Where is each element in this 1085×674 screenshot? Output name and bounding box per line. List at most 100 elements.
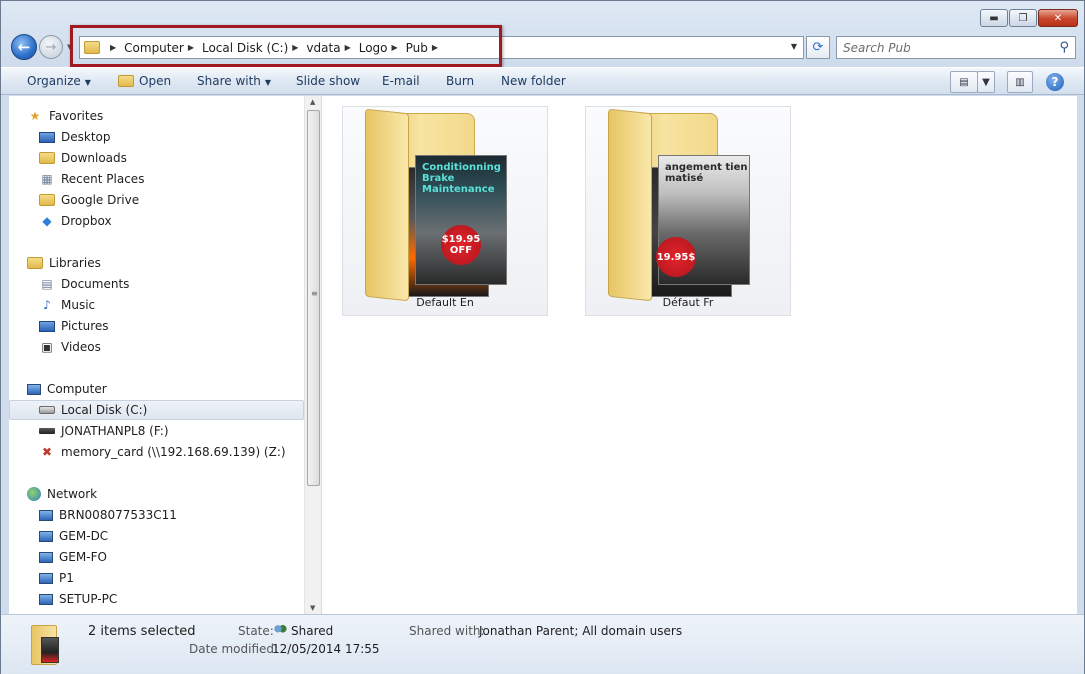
nav-item-network-host[interactable]: GEM-FO	[39, 547, 107, 567]
breadcrumb-logo[interactable]: Logo	[359, 41, 388, 55]
view-options-dropdown[interactable]: ▼	[977, 71, 995, 93]
command-toolbar: Organize ▼ Open Share with ▼ Slide show E-…	[1, 67, 1084, 95]
documents-icon: ▤	[41, 277, 53, 291]
maximize-button[interactable]: ❐	[1009, 9, 1037, 27]
organize-menu[interactable]: Organize ▼	[27, 74, 91, 88]
disconnected-network-drive-icon: ✖	[41, 445, 53, 459]
refresh-button[interactable]: ⟳	[806, 36, 830, 59]
search-box[interactable]: ⚲	[836, 36, 1076, 59]
breadcrumb-computer[interactable]: Computer	[124, 41, 184, 55]
google-drive-folder-icon	[39, 194, 55, 206]
scroll-up-icon[interactable]: ▲	[310, 98, 315, 106]
nav-network[interactable]: Network	[27, 484, 97, 504]
nav-item-network-host[interactable]: BRN008077533C11	[39, 505, 177, 525]
price-sticker: $19.95 OFF	[441, 225, 481, 265]
address-bar[interactable]: ▶ Computer ▶ Local Disk (C:) ▶ vdata ▶ L…	[79, 36, 804, 59]
chevron-right-icon[interactable]: ▶	[110, 43, 116, 52]
share-with-menu[interactable]: Share with ▼	[197, 74, 271, 88]
scrollbar-thumb[interactable]: ≡	[307, 110, 320, 486]
search-icon[interactable]: ⚲	[1059, 40, 1069, 55]
burn-button[interactable]: Burn	[446, 74, 474, 88]
computer-icon	[39, 551, 53, 563]
recent-pages-dropdown[interactable]: ▼	[67, 43, 72, 51]
nav-scrollbar[interactable]: ▲ ≡ ▼	[304, 96, 321, 614]
forward-button[interactable]: →	[39, 35, 63, 59]
desktop-icon	[39, 131, 55, 143]
breadcrumb-pub[interactable]: Pub	[406, 41, 428, 55]
nav-item-network-host[interactable]: SETUP-PC	[39, 589, 117, 609]
nav-label: SETUP-PC	[59, 592, 118, 606]
chevron-right-icon[interactable]: ▶	[292, 43, 298, 52]
nav-label: Libraries	[49, 256, 101, 270]
address-row: ← → ▼ ▶ Computer ▶ Local Disk (C:) ▶ vda…	[1, 31, 1084, 65]
nav-item-network-host[interactable]: GEM-DC	[39, 526, 108, 546]
scroll-down-icon[interactable]: ▼	[310, 604, 315, 612]
state-value-text: Shared	[291, 624, 334, 638]
search-input[interactable]	[843, 40, 1043, 55]
nav-label: P1	[59, 571, 74, 585]
organize-label: Organize	[27, 74, 81, 88]
preview-pane-button[interactable]: ▥	[1007, 71, 1033, 93]
selection-count: 2 items selected	[88, 624, 196, 639]
dropbox-icon: ◆	[42, 214, 52, 228]
hard-disk-icon	[39, 406, 55, 414]
email-button[interactable]: E-mail	[382, 74, 420, 88]
nav-label: Downloads	[61, 151, 127, 165]
close-button[interactable]: ✕	[1038, 9, 1078, 27]
nav-item-documents[interactable]: ▤ Documents	[39, 274, 129, 294]
address-dropdown-icon[interactable]: ▼	[791, 42, 797, 51]
help-button[interactable]: ?	[1046, 73, 1064, 91]
open-button[interactable]: Open	[118, 74, 171, 88]
nav-item-videos[interactable]: ▣ Videos	[39, 337, 101, 357]
folder-item[interactable]: Conditionning Brake Maintenance $19.95 O…	[342, 106, 548, 316]
chevron-right-icon[interactable]: ▶	[345, 43, 351, 52]
nav-item-google-drive[interactable]: Google Drive	[39, 190, 139, 210]
nav-computer[interactable]: Computer	[27, 379, 107, 399]
poster-title: angement tien matisé	[665, 162, 748, 184]
breadcrumb-local-disk[interactable]: Local Disk (C:)	[202, 41, 288, 55]
slide-show-button[interactable]: Slide show	[296, 74, 360, 88]
poster-title: Conditionning Brake Maintenance	[422, 162, 501, 195]
date-modified-value: 12/05/2014 17:55	[272, 642, 380, 656]
details-pane: 2 items selected State: Shared Shared wi…	[1, 614, 1084, 674]
computer-icon	[39, 593, 53, 605]
pictures-icon	[39, 320, 55, 332]
nav-item-downloads[interactable]: Downloads	[39, 148, 127, 168]
usb-drive-icon	[39, 428, 55, 434]
nav-label: Favorites	[49, 109, 104, 123]
nav-item-dropbox[interactable]: ◆ Dropbox	[39, 211, 111, 231]
nav-label: Videos	[61, 340, 101, 354]
breadcrumb-vdata[interactable]: vdata	[306, 41, 340, 55]
nav-item-desktop[interactable]: Desktop	[39, 127, 111, 147]
nav-item-network-drive[interactable]: ✖ memory_card (\\192.168.69.139) (Z:)	[39, 442, 286, 462]
recent-places-icon: ▦	[41, 172, 53, 186]
shared-with-label: Shared with:	[409, 624, 485, 638]
back-button[interactable]: ←	[11, 34, 37, 60]
folder-name: Défaut Fr	[662, 296, 714, 309]
nav-favorites[interactable]: ★ Favorites	[27, 106, 104, 126]
nav-label: Pictures	[61, 319, 109, 333]
nav-label: Desktop	[61, 130, 111, 144]
nav-label: JONATHANPL8 (F:)	[61, 424, 169, 438]
caret-down-icon: ▼	[982, 76, 990, 88]
chevron-right-icon[interactable]: ▶	[188, 43, 194, 52]
nav-libraries[interactable]: Libraries	[27, 253, 101, 273]
folder-item[interactable]: angement tien matisé 19.95$ Défaut Fr	[585, 106, 791, 316]
change-view-button[interactable]: ▤	[950, 71, 978, 93]
folder-icon	[84, 41, 100, 54]
chevron-right-icon[interactable]: ▶	[392, 43, 398, 52]
poster-thumbnail: Conditionning Brake Maintenance	[415, 155, 507, 285]
nav-label: GEM-DC	[59, 529, 109, 543]
nav-item-music[interactable]: ♪ Music	[39, 295, 95, 315]
chevron-right-icon[interactable]: ▶	[432, 43, 438, 52]
nav-item-local-disk[interactable]: Local Disk (C:)	[9, 400, 304, 420]
new-folder-button[interactable]: New folder	[501, 74, 566, 88]
nav-item-pictures[interactable]: Pictures	[39, 316, 109, 336]
nav-item-network-host[interactable]: P1	[39, 568, 74, 588]
nav-label: Recent Places	[61, 172, 145, 186]
nav-item-usb-drive[interactable]: JONATHANPL8 (F:)	[39, 421, 169, 441]
nav-label: Documents	[61, 277, 130, 291]
nav-item-recent-places[interactable]: ▦ Recent Places	[39, 169, 144, 189]
nav-label: Computer	[47, 382, 107, 396]
minimize-button[interactable]: ▬	[980, 9, 1008, 27]
